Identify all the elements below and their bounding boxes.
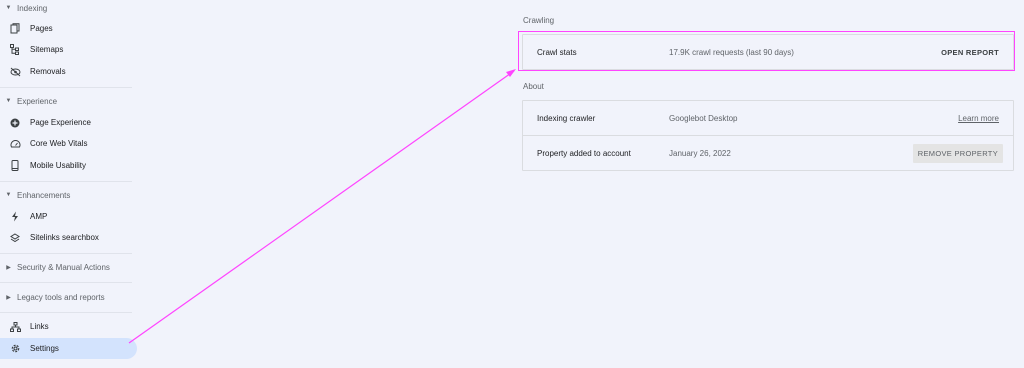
annotation-arrow: [128, 69, 516, 344]
